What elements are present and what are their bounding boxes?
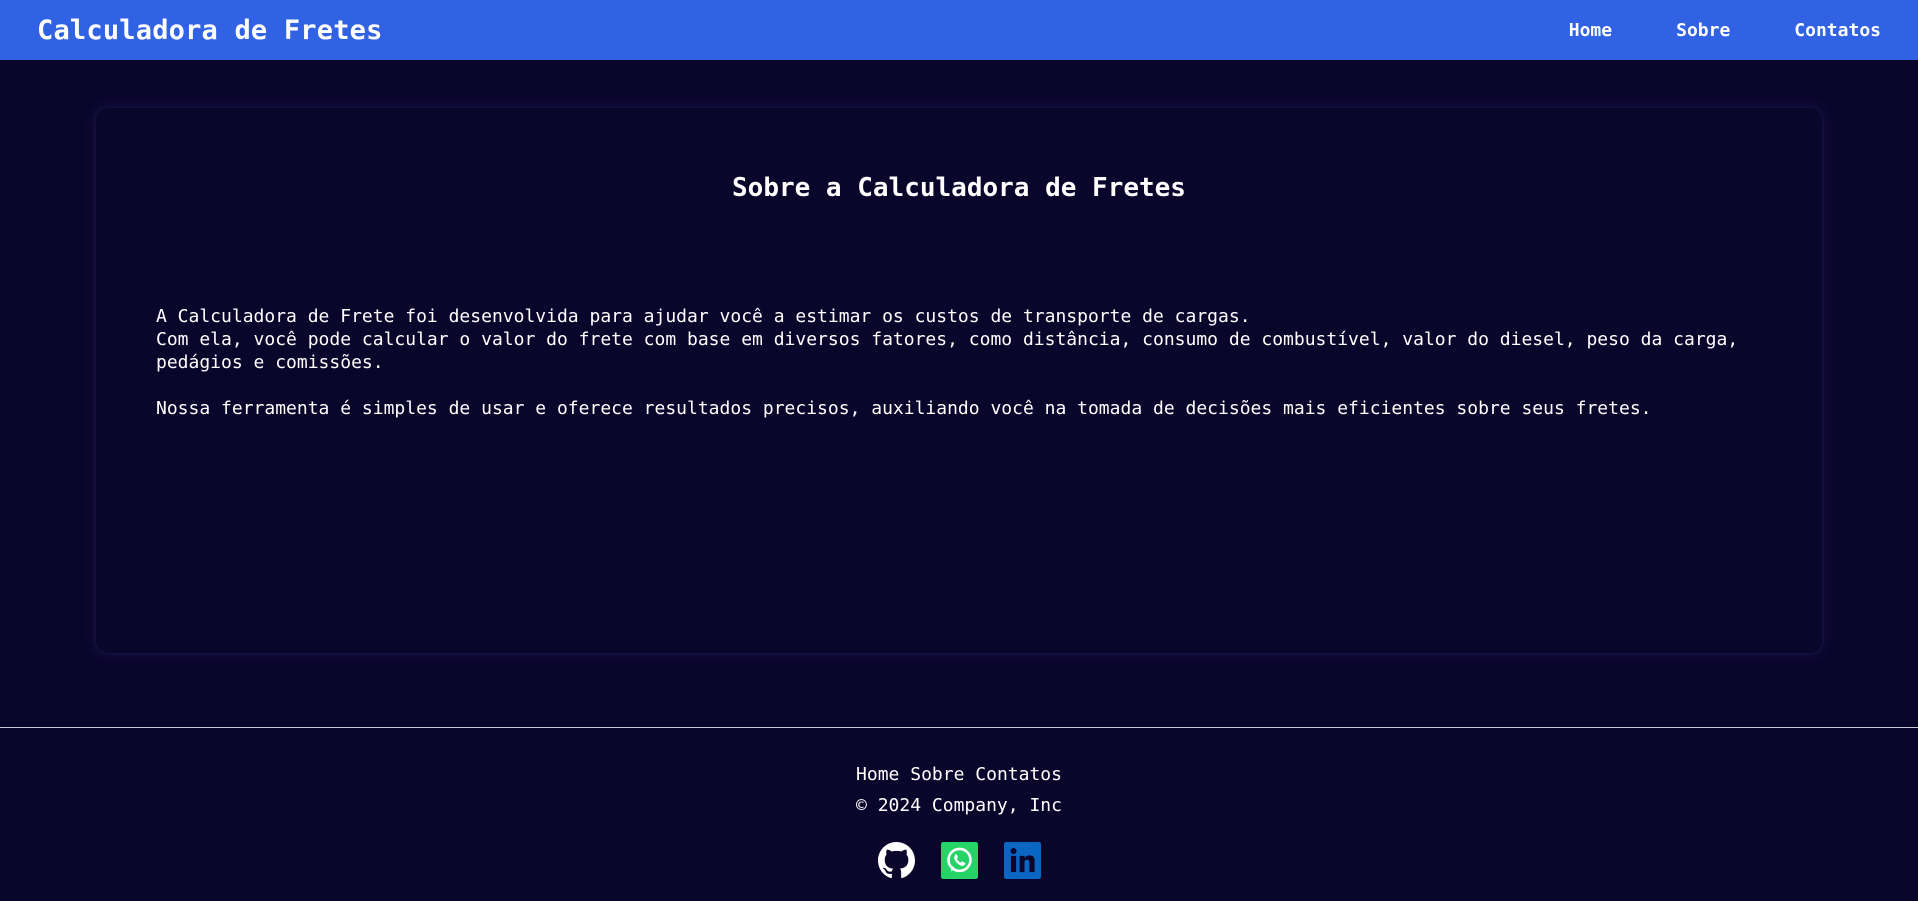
- footer-contatos-link[interactable]: Contatos: [975, 764, 1062, 785]
- linkedin-icon[interactable]: [1003, 842, 1041, 879]
- about-paragraph-2: Com ela, você pode calcular o valor do f…: [156, 329, 1739, 350]
- navbar: Calculadora de Fretes Home Sobre Contato…: [0, 0, 1918, 60]
- about-text: A Calculadora de Frete foi desenvolvida …: [156, 305, 1776, 420]
- nav-home-link[interactable]: Home: [1569, 20, 1612, 41]
- nav-links: Home Sobre Contatos: [1505, 20, 1881, 41]
- footer-home-link[interactable]: Home: [856, 764, 899, 785]
- about-paragraph-1: A Calculadora de Frete foi desenvolvida …: [156, 306, 1251, 327]
- page-title: Sobre a Calculadora de Fretes: [732, 173, 1186, 203]
- brand-link[interactable]: Calculadora de Fretes: [37, 15, 383, 46]
- footer-sobre-link[interactable]: Sobre: [910, 764, 964, 785]
- nav-contatos-link[interactable]: Contatos: [1794, 20, 1881, 41]
- copyright: © 2024 Company, Inc: [856, 795, 1062, 816]
- footer-divider: [0, 727, 1918, 728]
- about-paragraph-3: pedágios e comissões.: [156, 352, 384, 373]
- nav-sobre-link[interactable]: Sobre: [1676, 20, 1730, 41]
- social-links: [0, 842, 1918, 879]
- about-card: Sobre a Calculadora de Fretes A Calculad…: [96, 108, 1822, 653]
- about-paragraph-4: Nossa ferramenta é simples de usar e ofe…: [156, 398, 1652, 419]
- github-icon[interactable]: [877, 842, 915, 879]
- footer-links: Home Sobre Contatos: [0, 764, 1918, 785]
- whatsapp-icon[interactable]: [940, 842, 978, 879]
